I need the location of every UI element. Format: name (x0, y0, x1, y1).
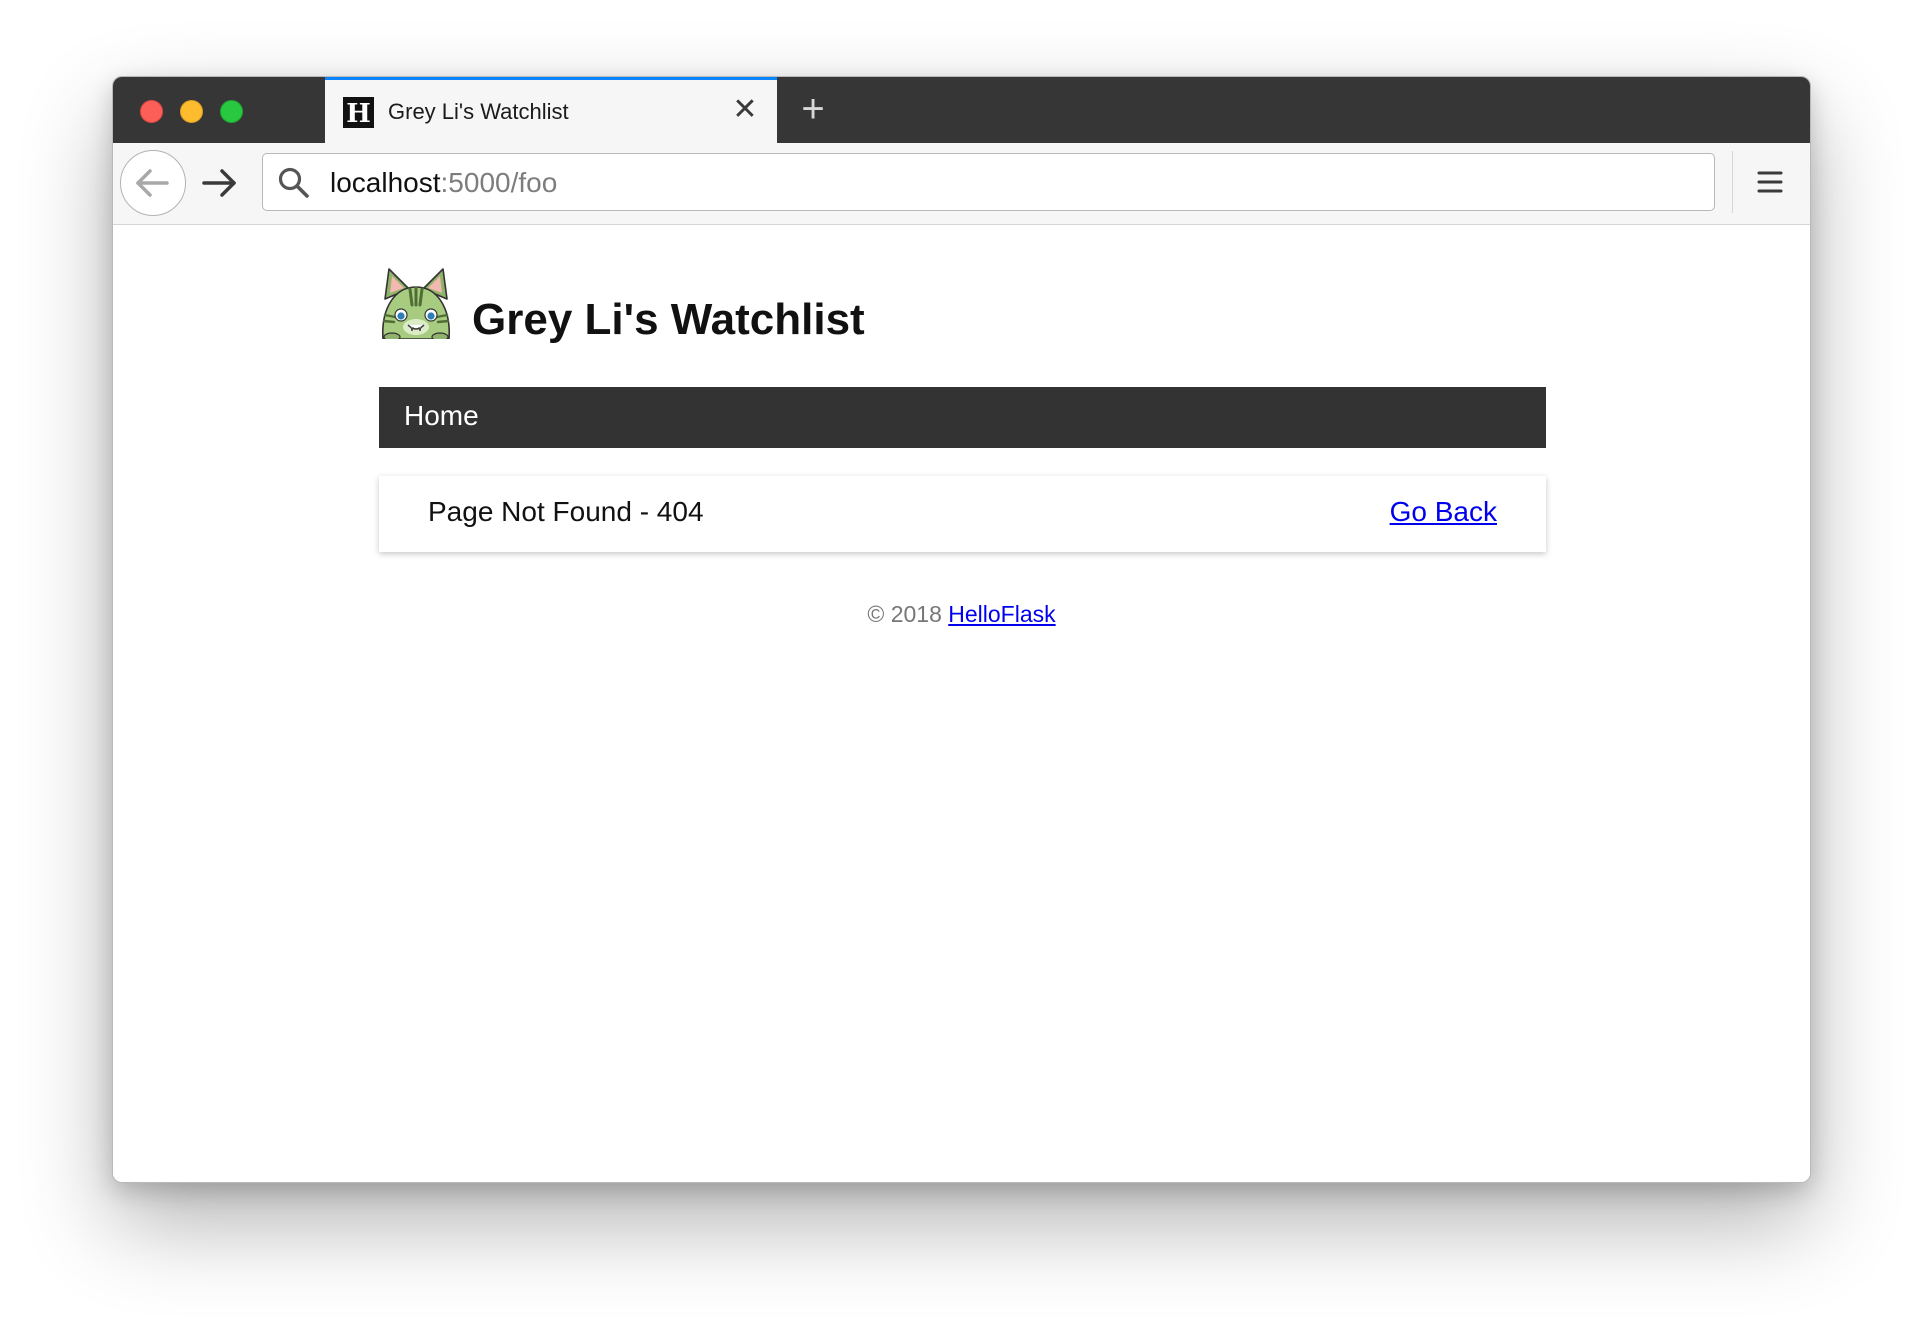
browser-tab[interactable]: H Grey Li's Watchlist ✕ (325, 77, 777, 143)
toolbar-divider (1732, 151, 1733, 213)
helloflask-link[interactable]: HelloFlask (948, 601, 1055, 627)
cat-avatar-icon (382, 268, 450, 339)
menu-button[interactable] (1753, 165, 1787, 199)
hamburger-menu-icon (1757, 171, 1783, 193)
back-button[interactable] (120, 150, 186, 216)
site-favicon-icon: H (343, 97, 374, 129)
copyright-text: © 2018 (867, 601, 949, 627)
arrow-left-icon (136, 169, 169, 197)
nav-bar: Home (379, 387, 1546, 448)
minimize-window-button[interactable] (180, 100, 203, 123)
tab-title: Grey Li's Watchlist (388, 99, 569, 124)
maximize-window-button[interactable] (220, 100, 243, 123)
url-path: :5000/foo (440, 167, 558, 198)
url-text: localhost:5000/foo (330, 167, 557, 199)
go-back-link[interactable]: Go Back (1390, 496, 1497, 528)
address-bar[interactable]: localhost:5000/foo (262, 153, 1715, 211)
search-icon (278, 167, 309, 198)
navigation-toolbar: localhost:5000/foo (113, 143, 1810, 225)
close-icon[interactable]: ✕ (729, 94, 761, 126)
error-card: Page Not Found - 404 Go Back (379, 476, 1546, 552)
tab-strip: H Grey Li's Watchlist ✕ + (113, 77, 1810, 143)
browser-window: H Grey Li's Watchlist ✕ + localhost:5000 (112, 76, 1811, 1183)
page-footer: © 2018 HelloFlask (113, 601, 1810, 628)
web-page: Grey Li's Watchlist Home Page Not Found … (113, 225, 1810, 1182)
page-title: Grey Li's Watchlist (472, 295, 865, 344)
plus-icon[interactable]: + (793, 89, 833, 129)
nav-item-home[interactable]: Home (404, 400, 479, 432)
arrow-right-icon (202, 169, 236, 197)
url-host: localhost (330, 167, 441, 198)
forward-button[interactable] (198, 161, 242, 205)
close-window-button[interactable] (140, 100, 163, 123)
error-message: Page Not Found - 404 (428, 496, 704, 527)
